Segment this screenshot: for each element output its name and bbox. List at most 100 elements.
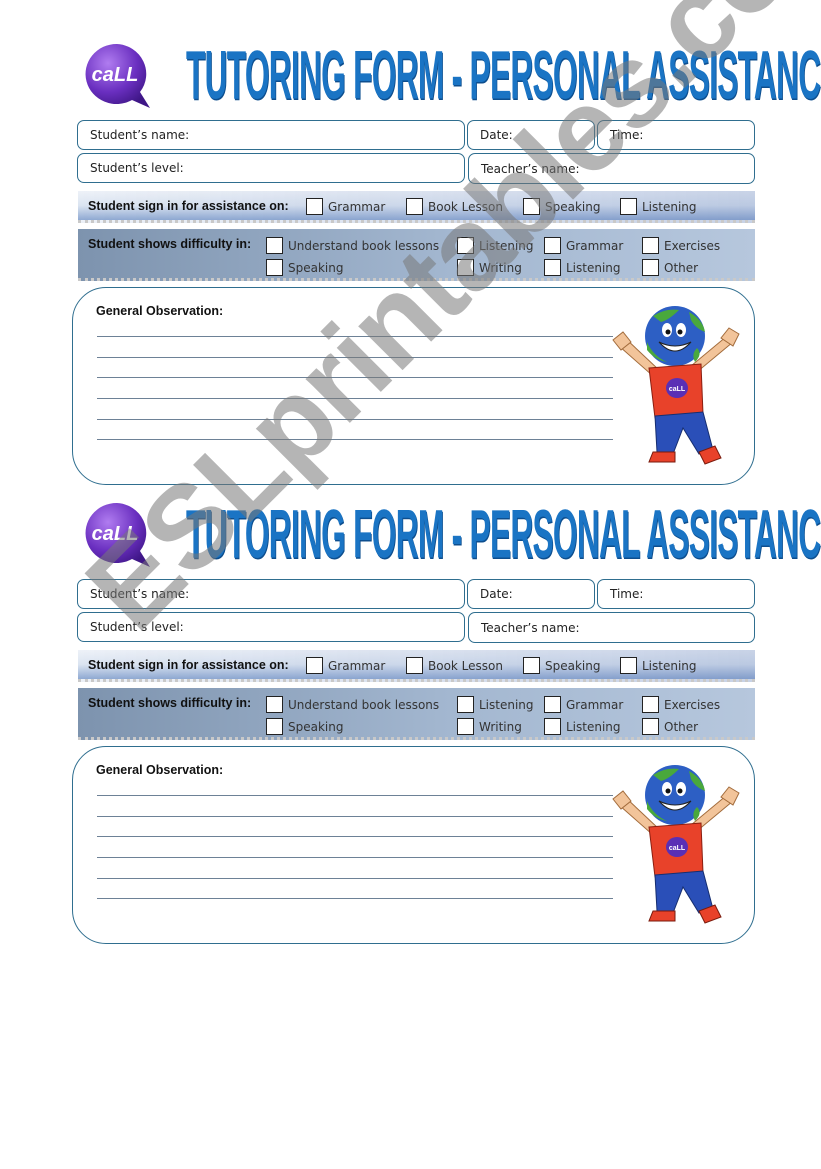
checkbox[interactable] (642, 237, 659, 254)
checkbox[interactable] (406, 198, 423, 215)
checkbox[interactable] (457, 718, 474, 735)
globe-mascot-icon: caLL (612, 765, 740, 924)
checkbox[interactable] (266, 696, 283, 713)
writing-line[interactable] (97, 336, 613, 337)
writing-line[interactable] (97, 377, 613, 378)
writing-line[interactable] (97, 816, 613, 817)
writing-line[interactable] (97, 439, 613, 440)
difficulty-option[interactable]: Listening (544, 718, 621, 735)
difficulty-bar: Student shows difficulty in: Understand … (78, 688, 755, 740)
sign-in-option[interactable]: Grammar (306, 198, 385, 215)
difficulty-option[interactable]: Other (642, 718, 698, 735)
call-logo-icon: caLL (85, 43, 150, 108)
date-field[interactable]: Date: (467, 120, 595, 150)
difficulty-option[interactable]: Writing (457, 718, 522, 735)
sign-in-bar: Student sign in for assistance on: Gramm… (78, 191, 755, 223)
checkbox[interactable] (642, 696, 659, 713)
student-name-field[interactable]: Student’s name: (77, 120, 465, 150)
sign-in-option[interactable]: Book Lesson (406, 198, 503, 215)
student-level-field[interactable]: Student’s level: (77, 612, 465, 642)
checkbox[interactable] (457, 237, 474, 254)
option-label: Speaking (288, 719, 344, 734)
writing-line[interactable] (97, 795, 613, 796)
option-label: Listening (479, 697, 534, 712)
writing-line[interactable] (97, 878, 613, 879)
checkbox[interactable] (406, 657, 423, 674)
writing-line[interactable] (97, 398, 613, 399)
option-label: Grammar (328, 658, 386, 673)
writing-line[interactable] (97, 836, 613, 837)
writing-line[interactable] (97, 357, 613, 358)
difficulty-option[interactable]: Understand book lessons (266, 237, 439, 254)
difficulty-option[interactable]: Writing (457, 259, 522, 276)
svg-text:caLL: caLL (92, 523, 139, 545)
title-text: TUTORING FORM - PERSONAL ASSISTANCE FILE (186, 38, 821, 115)
title-text: TUTORING FORM - PERSONAL ASSISTANCE FILE (186, 497, 821, 574)
checkbox[interactable] (544, 259, 561, 276)
option-label: Listening (566, 719, 621, 734)
checkbox[interactable] (523, 657, 540, 674)
date-field[interactable]: Date: (467, 579, 595, 609)
option-label: Exercises (664, 697, 721, 712)
checkbox[interactable] (544, 237, 561, 254)
difficulty-label: Student shows difficulty in: (88, 237, 252, 251)
student-level-label: Student’s level: (90, 620, 184, 634)
writing-line[interactable] (97, 857, 613, 858)
student-name-field[interactable]: Student’s name: (77, 579, 465, 609)
option-label: Book Lesson (428, 199, 503, 214)
student-level-label: Student’s level: (90, 161, 184, 175)
difficulty-option[interactable]: Understand book lessons (266, 696, 439, 713)
date-label: Date: (480, 587, 513, 601)
difficulty-option[interactable]: Other (642, 259, 698, 276)
checkbox[interactable] (523, 198, 540, 215)
difficulty-option[interactable]: Listening (457, 696, 534, 713)
difficulty-option[interactable]: Speaking (266, 718, 343, 735)
writing-line[interactable] (97, 419, 613, 420)
checkbox[interactable] (306, 198, 323, 215)
option-label: Grammar (566, 697, 624, 712)
option-label: Grammar (328, 199, 386, 214)
sign-in-bar: Student sign in for assistance on: Gramm… (78, 650, 755, 682)
checkbox[interactable] (266, 718, 283, 735)
sign-in-option[interactable]: Book Lesson (406, 657, 503, 674)
checkbox[interactable] (306, 657, 323, 674)
option-label: Understand book lessons (288, 697, 440, 712)
time-field[interactable]: Time: (597, 579, 755, 609)
checkbox[interactable] (620, 657, 637, 674)
checkbox[interactable] (457, 696, 474, 713)
checkbox[interactable] (266, 259, 283, 276)
difficulty-option[interactable]: Listening (457, 237, 534, 254)
checkbox[interactable] (620, 198, 637, 215)
difficulty-option[interactable]: Speaking (266, 259, 343, 276)
option-label: Listening (566, 260, 621, 275)
sign-in-option[interactable]: Speaking (523, 198, 600, 215)
difficulty-option[interactable]: Exercises (642, 696, 720, 713)
difficulty-option[interactable]: Grammar (544, 237, 623, 254)
difficulty-option[interactable]: Grammar (544, 696, 623, 713)
checkbox[interactable] (266, 237, 283, 254)
form-title: TUTORING FORM - PERSONAL ASSISTANCE FILE (186, 497, 821, 573)
difficulty-option[interactable]: Listening (544, 259, 621, 276)
option-label: Speaking (545, 199, 601, 214)
difficulty-label: Student shows difficulty in: (88, 696, 252, 710)
checkbox[interactable] (544, 718, 561, 735)
teacher-name-field[interactable]: Teacher’s name: (468, 612, 755, 643)
sign-in-option[interactable]: Listening (620, 657, 697, 674)
teacher-name-field[interactable]: Teacher’s name: (468, 153, 755, 184)
checkbox[interactable] (642, 259, 659, 276)
time-field[interactable]: Time: (597, 120, 755, 150)
sign-in-label: Student sign in for assistance on: (88, 199, 289, 213)
checkbox[interactable] (642, 718, 659, 735)
checkbox[interactable] (544, 696, 561, 713)
student-name-label: Student’s name: (90, 587, 190, 601)
sign-in-option[interactable]: Listening (620, 198, 697, 215)
difficulty-option[interactable]: Exercises (642, 237, 720, 254)
svg-text:caLL: caLL (669, 386, 686, 393)
tutoring-form: caLL TUTORING FORM - PERSONAL ASSISTANCE… (0, 36, 821, 496)
sign-in-option[interactable]: Grammar (306, 657, 385, 674)
student-level-field[interactable]: Student’s level: (77, 153, 465, 183)
writing-line[interactable] (97, 898, 613, 899)
checkbox[interactable] (457, 259, 474, 276)
sign-in-option[interactable]: Speaking (523, 657, 600, 674)
option-label: Speaking (288, 260, 344, 275)
